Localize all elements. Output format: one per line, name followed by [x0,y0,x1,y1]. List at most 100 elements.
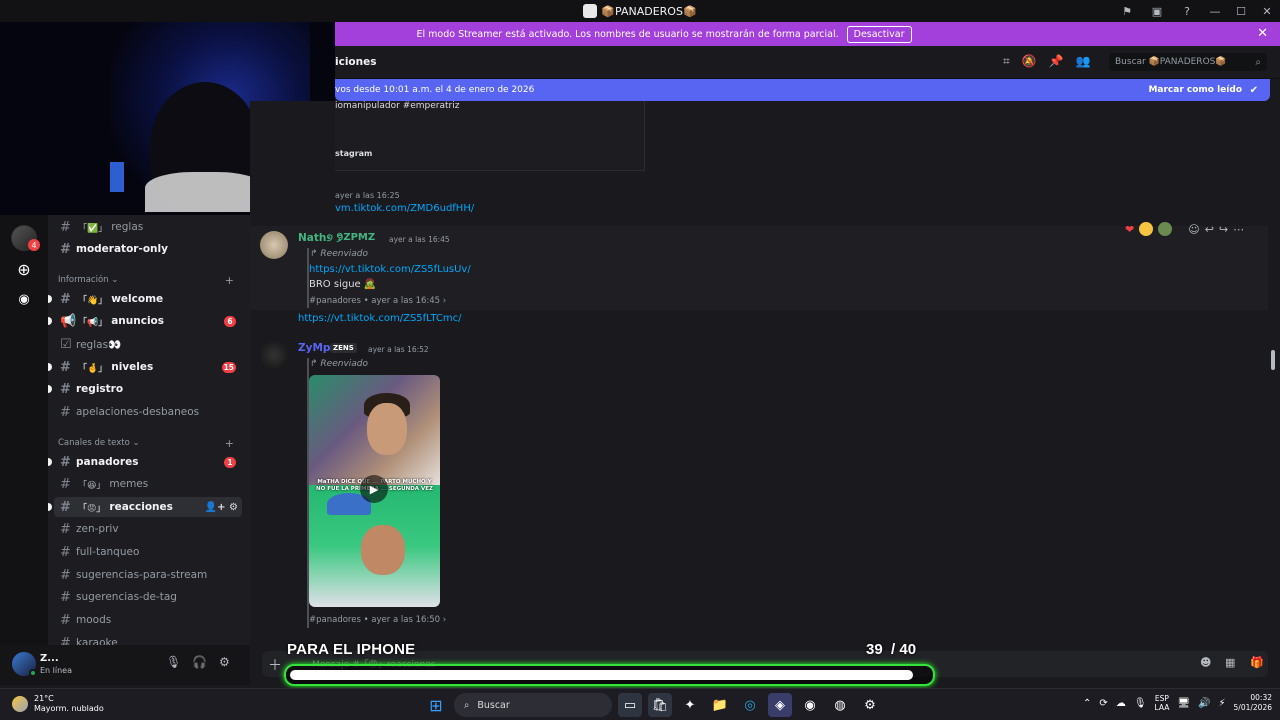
discord-icon[interactable]: ◈ [768,693,792,717]
chat-scrollbar[interactable] [1271,350,1275,370]
taskbar-search[interactable]: ⌕ Buscar [454,693,612,717]
channel-memes[interactable]: # 「😆」 memes [54,474,242,494]
react-custom-icon[interactable] [1158,222,1173,236]
discover-icon[interactable]: ◉ [12,287,36,311]
minimize-button[interactable]: — [1202,0,1228,22]
channel-sugerencias-para-stream[interactable]: # sugerencias-para-stream [54,565,242,585]
obs-icon[interactable]: ◍ [828,693,852,717]
edge-icon[interactable]: ◎ [738,693,762,717]
channel-apelaciones-desbaneos[interactable]: # apelaciones-desbaneos [54,402,242,422]
forward-icon[interactable]: ↪ [1219,223,1228,236]
reply-icon[interactable]: ↩ [1205,223,1214,236]
copilot-icon[interactable]: ✦ [678,693,702,717]
channel-moods[interactable]: # moods [54,610,242,630]
channel-label: moods [76,614,112,626]
channel-zen-priv[interactable]: # zen-priv [54,519,242,539]
channel-label: zen-priv [76,523,119,535]
channel-registro[interactable]: # registro [54,379,242,399]
pinned-icon[interactable]: 📌 [1049,54,1064,69]
channel-welcome[interactable]: # 「👋」 welcome [54,289,242,309]
clock[interactable]: 00:32 5/01/2026 [1234,693,1272,713]
tray-chevron-icon[interactable]: ⌃ [1083,698,1091,709]
add-reaction-icon[interactable]: ☺ [1188,223,1199,236]
channel-karaoke[interactable]: # karaoke [54,633,242,646]
channel-anuncios[interactable]: 📢 「📢」 anuncios 6 [54,311,242,331]
category-informacion[interactable]: Información ⌄ + [58,274,238,287]
apps-icon[interactable]: ▦ [1225,656,1235,669]
channel-label: welcome [111,293,164,305]
channel-label: memes [109,478,149,490]
close-window-button[interactable]: ✕ [1254,0,1280,22]
start-icon[interactable]: ⊞ [424,693,448,717]
hash-icon: # [60,241,71,257]
play-icon[interactable]: ▶ [360,475,388,503]
message-list: iomanipulador #emperatriz stagram ayer a… [250,101,1280,645]
settings-icon[interactable]: ⚙ [858,693,882,717]
mark-read-icon[interactable]: ✔ [1250,85,1258,96]
mic-tray-icon[interactable]: 🎙 [1134,698,1147,709]
volume-icon[interactable]: 🔊 [1198,698,1210,709]
headphones-icon[interactable]: 🎧 [192,655,207,669]
language-indicator[interactable]: ESP LAA [1155,694,1170,712]
message-timestamp: ayer a las 16:25 [335,191,400,200]
add-channel-icon[interactable]: + [225,274,234,287]
members-icon[interactable]: 👥 [1076,54,1091,69]
clock-time: 00:32 [1250,693,1272,702]
microphone-icon[interactable]: 🎙 [166,655,181,669]
channel-settings-icon[interactable]: 👤+ ⚙ [205,502,238,513]
lang-code: ESP [1154,694,1169,704]
weather-widget[interactable]: 21°C Mayorm. nublado [12,694,104,714]
message-avatar[interactable] [260,231,288,259]
user-settings-icon[interactable]: ⚙ [219,655,230,669]
message-link[interactable]: https://vt.tiktok.com/ZS5fLTCmc/ [298,313,461,324]
category-label: Canales de texto [58,438,130,448]
channel-panadores[interactable]: # panadores 1 [54,452,242,472]
message-author[interactable]: ZyMp [298,342,330,354]
forward-origin[interactable]: #panadores • ayer a las 16:50 › [309,615,446,625]
network-icon[interactable]: 🖥 [1177,698,1190,709]
message-link[interactable]: https://vt.tiktok.com/ZS5fLusUv/ [309,264,471,275]
video-attachment[interactable]: MaTHA DICE QUE ... PARTO MUCHO Y NO FUE … [309,375,440,607]
channel-moderator-only[interactable]: # moderator-only [54,239,242,259]
category-canales-de-texto[interactable]: Canales de texto ⌄ + [58,437,238,450]
threads-icon[interactable]: ⌗ [1003,54,1010,69]
channel-niveles[interactable]: # 「🤞」 niveles 15 [54,357,242,377]
xbox-icon[interactable]: ◉ [798,693,822,717]
onedrive-icon[interactable]: ☁ [1116,698,1126,709]
user-name[interactable]: Z... [40,653,59,664]
inbox-icon[interactable]: ▣ [1142,0,1172,22]
message-link[interactable]: vm.tiktok.com/ZMD6udfHH/ [335,203,474,214]
maximize-button[interactable]: ☐ [1228,0,1254,22]
message-avatar[interactable] [260,341,288,369]
file-explorer-icon[interactable]: 📁 [708,693,732,717]
close-banner-icon[interactable]: ✕ [1257,26,1268,41]
gift-icon[interactable]: ☻ [1200,656,1211,669]
battery-icon[interactable]: ⚡ [1219,698,1226,709]
react-laugh-icon[interactable] [1139,222,1154,236]
help-icon[interactable]: ? [1172,0,1202,22]
tray-app-icon[interactable]: ⟳ [1099,698,1107,709]
channel-emoji: 「📢」 [78,317,108,328]
react-heart-icon[interactable]: ❤ [1125,223,1134,236]
attach-plus-icon[interactable]: ＋ [268,655,282,675]
channel-reglas[interactable]: # 「✅」 reglas [54,217,242,237]
sticker-icon[interactable]: 🎁 [1250,656,1264,669]
inbox-flag-icon[interactable]: ⚑ [1112,0,1142,22]
channel-full-tanqueo[interactable]: # full-tanqueo [54,542,242,562]
store-icon[interactable]: 🛍 [648,693,672,717]
add-channel-icon[interactable]: + [225,437,234,450]
task-view-icon[interactable]: ▭ [618,693,642,717]
channel-reglas-2[interactable]: ☑ reglas👀 [54,334,242,354]
megaphone-icon: 📢 [60,313,77,329]
search-input[interactable]: Buscar 📦PANADEROS📦 ⌕ [1109,53,1267,71]
mute-notifications-icon[interactable]: 🔕 [1022,54,1037,69]
disable-streamer-button[interactable]: Desactivar [846,25,912,43]
channel-label: reacciones [109,501,173,513]
add-server-icon[interactable]: ⊕ [12,257,36,281]
more-options-icon[interactable]: ⋯ [1233,223,1244,236]
forward-origin[interactable]: #panadores • ayer a las 16:45 › [309,296,446,306]
channel-reacciones[interactable]: # 「😡」 reacciones 👤+ ⚙ [54,497,242,517]
new-messages-bar[interactable]: vos desde 10:01 a.m. el 4 de enero de 20… [335,79,1270,101]
channel-sugerencias-de-tag[interactable]: # sugerencias-de-tag [54,587,242,607]
mark-as-read-button[interactable]: Marcar como leído [1148,85,1242,95]
